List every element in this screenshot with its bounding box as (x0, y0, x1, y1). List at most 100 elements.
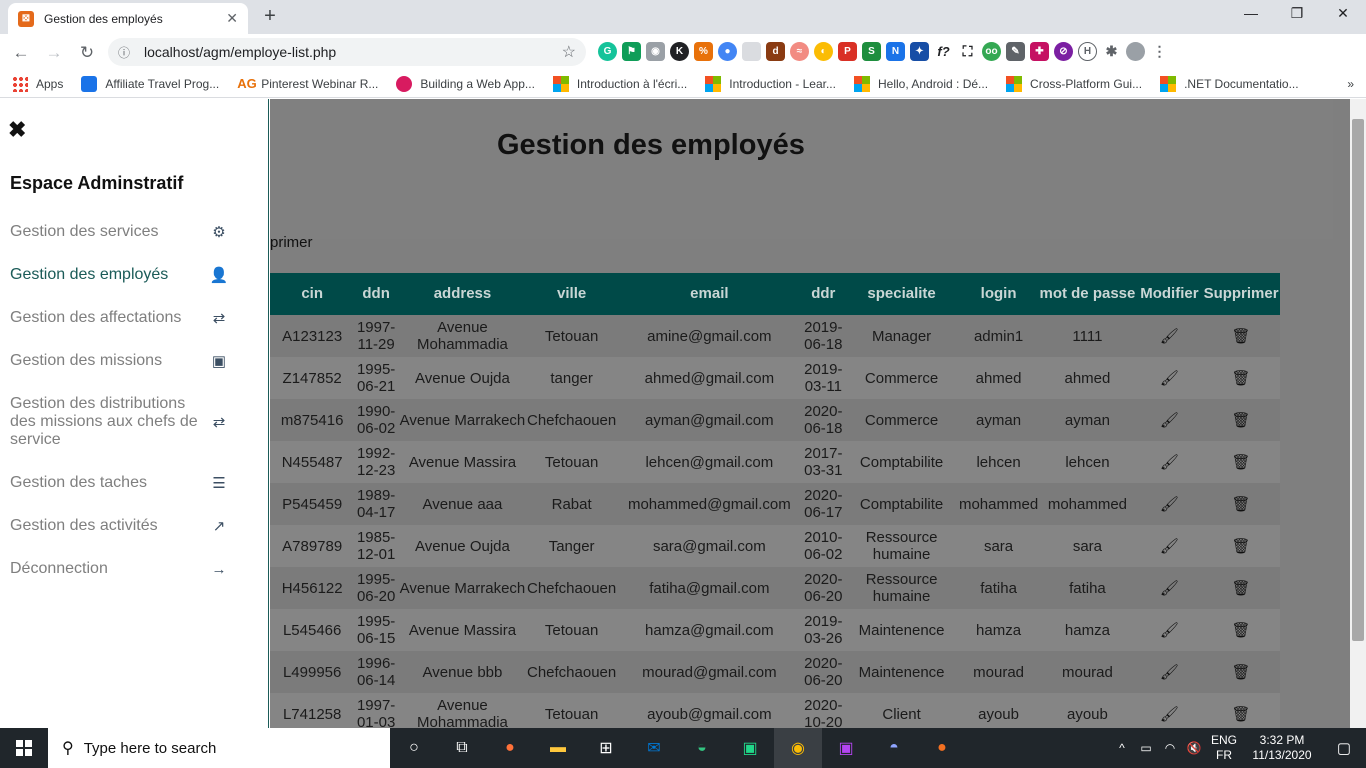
bookmark-apps[interactable]: Apps (12, 76, 63, 92)
wifi-icon[interactable]: ◠ (1158, 741, 1182, 755)
shield-extension-icon[interactable]: ● (718, 42, 737, 61)
chrome-icon[interactable]: ◉ (774, 728, 822, 768)
edge-icon[interactable]: ◒ (678, 728, 726, 768)
start-button[interactable] (0, 728, 48, 768)
sidebar-item-taches[interactable]: Gestion des taches ☰ (10, 474, 230, 492)
edit-brush-icon[interactable]: 🖌 (1137, 399, 1202, 441)
volume-mute-icon[interactable]: 🔇 (1182, 741, 1206, 755)
edit-brush-icon[interactable]: 🖌 (1137, 357, 1202, 399)
close-tab-icon[interactable]: ✕ (226, 10, 238, 27)
delete-trash-icon[interactable]: 🗑 (1202, 693, 1280, 728)
scrollbar-thumb[interactable] (1352, 119, 1364, 641)
back-arrow-icon[interactable]: ← (9, 43, 33, 63)
close-sidebar-icon[interactable]: ✖ (8, 117, 26, 143)
address-bar[interactable]: ⓘ localhost/agm/employe-list.php ☆ (108, 38, 586, 66)
close-window-button[interactable]: ✕ (1320, 5, 1366, 22)
minimize-button[interactable]: — (1228, 5, 1274, 21)
language-indicator[interactable]: ENG FR (1206, 733, 1242, 763)
edit-brush-icon[interactable]: 🖌 (1137, 315, 1202, 357)
browser-menu-icon[interactable]: ⋮ (1150, 42, 1169, 61)
h-extension-icon[interactable]: H (1078, 42, 1097, 61)
delete-trash-icon[interactable]: 🗑 (1202, 525, 1280, 567)
firefox-icon[interactable]: ● (486, 728, 534, 768)
delete-trash-icon[interactable]: 🗑 (1202, 483, 1280, 525)
coupon-extension-icon[interactable]: % (694, 42, 713, 61)
sidebar-item-distributions[interactable]: Gestion des distributions des missions a… (10, 395, 230, 449)
formula-extension-icon[interactable]: f? (934, 42, 953, 61)
cell-login: lehcen (976, 453, 1021, 471)
edit-brush-icon[interactable]: 🖌 (1137, 441, 1202, 483)
store-icon[interactable]: ⊞ (582, 728, 630, 768)
sidebar-item-activites[interactable]: Gestion des activités ↗ (10, 517, 230, 535)
bookmark-pinterest[interactable]: AG Pinterest Webinar R... (237, 76, 378, 92)
reload-icon[interactable]: ↻ (75, 43, 99, 63)
pycharm-icon[interactable]: ▣ (726, 728, 774, 768)
edit-brush-icon[interactable]: 🖌 (1137, 651, 1202, 693)
tray-chevron-icon[interactable]: ^ (1110, 741, 1134, 755)
page-scrollbar[interactable] (1350, 99, 1366, 728)
url-text[interactable]: localhost/agm/employe-list.php (136, 44, 562, 60)
sidebar-item-affectations[interactable]: Gestion des affectations ⇄ (10, 309, 230, 327)
delete-trash-icon[interactable]: 🗑 (1202, 315, 1280, 357)
pdf-extension-icon[interactable]: P (838, 42, 857, 61)
frame-extension-icon[interactable] (742, 42, 761, 61)
bookmark-net-docs[interactable]: .NET Documentatio... (1160, 76, 1299, 92)
bookmark-star-icon[interactable]: ☆ (562, 42, 576, 62)
owl-extension-icon[interactable]: oo (982, 42, 1001, 61)
delete-trash-icon[interactable]: 🗑 (1202, 399, 1280, 441)
forward-arrow-icon[interactable]: → (42, 43, 66, 63)
clock[interactable]: 3:32 PM 11/13/2020 (1242, 733, 1322, 763)
grammarly-extension-icon[interactable]: G (598, 42, 617, 61)
delete-trash-icon[interactable]: 🗑 (1202, 441, 1280, 483)
phpstorm-icon[interactable]: ▣ (822, 728, 870, 768)
pink-extension-icon[interactable]: ✚ (1030, 42, 1049, 61)
eclipse-icon[interactable]: ◓ (870, 728, 918, 768)
bookmark-introduction-learn[interactable]: Introduction - Lear... (705, 76, 836, 92)
task-view-icon[interactable]: ⧉ (438, 728, 486, 768)
edit-brush-icon[interactable]: 🖌 (1137, 609, 1202, 651)
notifications-icon[interactable]: ▢ (1322, 739, 1366, 757)
k-extension-icon[interactable]: K (670, 42, 689, 61)
delete-trash-icon[interactable]: 🗑 (1202, 651, 1280, 693)
taskbar-search-box[interactable]: ⚲ Type here to search (48, 728, 390, 768)
bookmarks-overflow-icon[interactable]: » (1347, 77, 1354, 91)
edit-brush-icon[interactable]: 🖌 (1137, 483, 1202, 525)
delete-trash-icon[interactable]: 🗑 (1202, 567, 1280, 609)
info-icon[interactable]: ⓘ (118, 44, 136, 61)
edit-brush-icon[interactable]: 🖌 (1137, 525, 1202, 567)
delete-trash-icon[interactable]: 🗑 (1202, 357, 1280, 399)
bookmark-cross-platform[interactable]: Cross-Platform Gui... (1006, 76, 1142, 92)
bookmark-introduction-ecri[interactable]: Introduction à l'écri... (552, 76, 687, 92)
flag-extension-icon[interactable]: ⚑ (622, 42, 641, 61)
eyedropper-extension-icon[interactable]: ✎ (1006, 42, 1025, 61)
new-extension-icon[interactable]: N (886, 42, 905, 61)
battery-icon[interactable]: ▭ (1134, 741, 1158, 755)
browser-tab[interactable]: ⊠ Gestion des employés ✕ (8, 3, 248, 34)
new-tab-button[interactable]: + (258, 5, 282, 28)
cortana-icon[interactable]: ○ (390, 728, 438, 768)
sidebar-item-employes[interactable]: Gestion des employés 👤 (10, 266, 230, 284)
purple-extension-icon[interactable]: ⊘ (1054, 42, 1073, 61)
capture-extension-icon[interactable]: ⛶ (958, 42, 977, 61)
puzzle-blue-extension-icon[interactable]: ✦ (910, 42, 929, 61)
sidebar-item-services[interactable]: Gestion des services ⚙ (10, 223, 230, 241)
mail-icon[interactable]: ✉ (630, 728, 678, 768)
delete-trash-icon[interactable]: 🗑 (1202, 609, 1280, 651)
app-icon[interactable]: ● (918, 728, 966, 768)
file-explorer-icon[interactable]: ▬ (534, 728, 582, 768)
sidebar-item-deconnection[interactable]: Déconnection → (10, 560, 230, 578)
sidebar-item-missions[interactable]: Gestion des missions ▣ (10, 352, 230, 370)
profile-avatar[interactable] (1126, 42, 1145, 61)
bookmark-hello-android[interactable]: Hello, Android : Dé... (853, 76, 988, 92)
restore-button[interactable]: ❐ (1274, 5, 1320, 22)
s-extension-icon[interactable]: S (862, 42, 881, 61)
edit-brush-icon[interactable]: 🖌 (1137, 567, 1202, 609)
desc-extension-icon[interactable]: d (766, 42, 785, 61)
bookmark-affiliate[interactable]: Affiliate Travel Prog... (81, 76, 219, 92)
camera-extension-icon[interactable]: ◉ (646, 42, 665, 61)
wave-extension-icon[interactable]: ≈ (790, 42, 809, 61)
edit-brush-icon[interactable]: 🖌 (1137, 693, 1202, 728)
bookmark-building-web-app[interactable]: Building a Web App... (396, 76, 535, 92)
circle-extension-icon[interactable]: ◐ (814, 42, 833, 61)
extensions-puzzle-icon[interactable]: ✱ (1102, 42, 1121, 61)
